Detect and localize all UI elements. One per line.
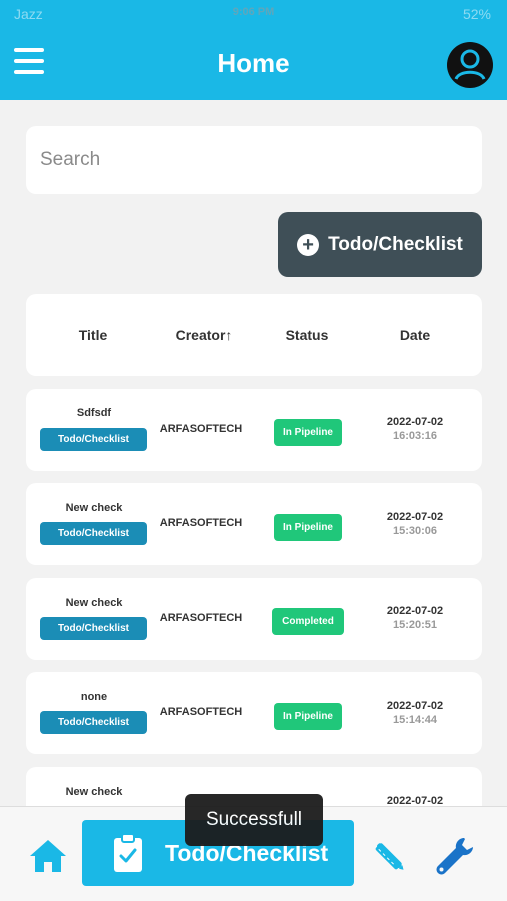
clock: 9:06 PM — [232, 6, 275, 18]
row-title: New check — [65, 786, 123, 798]
row-date: 2022-07-02 — [386, 511, 444, 523]
add-button-label: Todo/Checklist — [328, 233, 463, 255]
row-title: New check — [65, 597, 123, 609]
row-creator: ARFASOFTECH — [159, 517, 243, 529]
page-title: Home — [217, 48, 290, 78]
row-time: 16:03:16 — [392, 430, 438, 442]
row-title: Sdfsdf — [76, 407, 112, 419]
toast-message: Successfull — [185, 794, 323, 846]
type-tag: Todo/Checklist — [40, 522, 147, 545]
row-date: 2022-07-02 — [386, 416, 444, 428]
row-creator: ARFASOFTECH — [159, 612, 243, 624]
clipboard-check-icon — [114, 833, 142, 872]
add-todo-checklist-button[interactable]: + Todo/Checklist — [278, 212, 482, 277]
type-tag: Todo/Checklist — [40, 428, 147, 451]
type-tag: Todo/Checklist — [40, 617, 147, 640]
table-row[interactable]: none Todo/Checklist ARFASOFTECH In Pipel… — [26, 672, 482, 754]
type-tag: Todo/Checklist — [40, 711, 147, 734]
status-badge: Completed — [272, 608, 344, 635]
column-header-title[interactable]: Title — [68, 327, 118, 343]
row-time: 15:14:44 — [392, 714, 438, 726]
status-badge: In Pipeline — [274, 419, 342, 446]
column-header-status[interactable]: Status — [276, 327, 338, 343]
status-badge: In Pipeline — [274, 703, 342, 730]
row-creator: ARFASOFTECH — [159, 423, 243, 435]
table-header: Title Creator↑ Status Date — [26, 294, 482, 376]
table-row[interactable]: New check Todo/Checklist ARFASOFTECH Com… — [26, 578, 482, 660]
table-row[interactable]: Sdfsdf Todo/Checklist ARFASOFTECH In Pip… — [26, 389, 482, 471]
column-header-date[interactable]: Date — [392, 327, 438, 343]
tools-icon[interactable] — [368, 836, 410, 876]
wrench-icon[interactable] — [434, 834, 478, 878]
search-input[interactable] — [26, 126, 482, 194]
table-row[interactable]: New check Todo/Checklist ARFASOFTECH In … — [26, 483, 482, 565]
row-title: New check — [65, 502, 123, 514]
profile-avatar-icon[interactable] — [446, 41, 494, 89]
app-bar: Home — [0, 28, 507, 100]
column-header-creator[interactable]: Creator↑ — [164, 327, 244, 343]
plus-icon: + — [297, 233, 320, 256]
row-time: 15:30:06 — [392, 525, 438, 537]
battery-level: 52% — [462, 6, 491, 22]
row-title: none — [80, 691, 108, 703]
row-date: 2022-07-02 — [386, 605, 444, 617]
home-icon[interactable] — [28, 836, 68, 876]
status-badge: In Pipeline — [274, 514, 342, 541]
row-time: 15:20:51 — [392, 619, 438, 631]
row-date: 2022-07-02 — [386, 700, 444, 712]
status-bar: Jazz 9:06 PM 52% — [0, 0, 507, 28]
row-creator: ARFASOFTECH — [159, 706, 243, 718]
